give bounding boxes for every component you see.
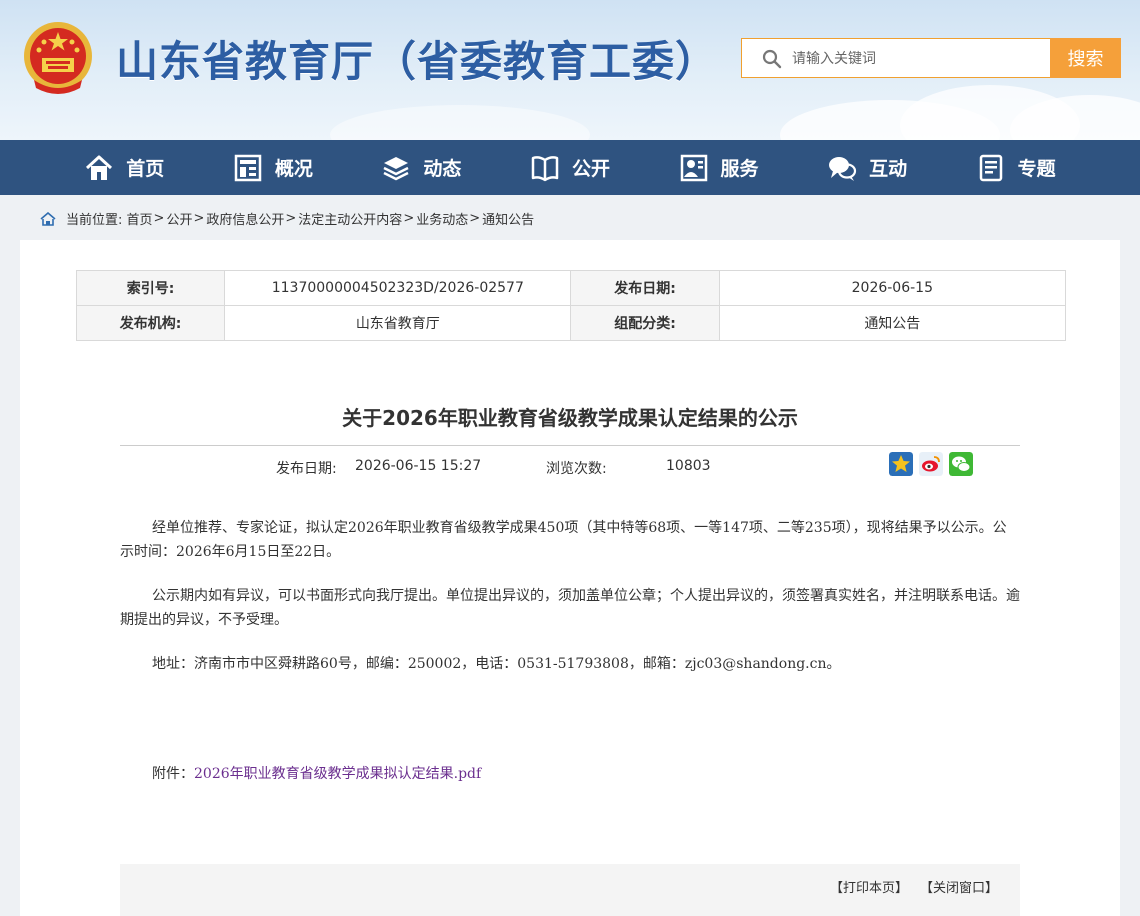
home-small-icon	[40, 211, 56, 226]
close-window-link[interactable]: 【关闭窗口】	[920, 877, 998, 896]
wechat-share-icon[interactable]	[949, 452, 973, 476]
org-value: 山东省教育厅	[224, 305, 572, 341]
index-label: 索引号:	[75, 270, 226, 306]
nav-item-label: 服务	[720, 158, 759, 180]
content-panel: 索引号: 11370000004502323D/2026-02577 发布日期:…	[20, 240, 1120, 916]
breadcrumb-separator: >	[469, 211, 481, 226]
date-value: 2026-06-15	[718, 270, 1067, 306]
nav-item-topic[interactable]: 专题	[976, 153, 1056, 183]
nav-item-overview[interactable]: 概况	[233, 153, 313, 183]
article-paragraph: 地址：济南市市中区舜耕路60号，邮编：250002，电话：0531-517938…	[152, 656, 841, 672]
breadcrumb-item-statutory[interactable]: 法定主动公开内容	[298, 209, 402, 228]
news-stack-icon	[383, 156, 409, 180]
article-paragraph: 公示期内如有异议，可以书面形式向我厅提出。单位提出异议的，须加盖单位公章；个人提…	[120, 588, 1020, 628]
site-title: 山东省教育厅（省委教育工委）	[116, 37, 719, 86]
article-paragraph: 经单位推荐、专家论证，拟认定2026年职业教育省级教学成果450项（其中特等68…	[120, 520, 1007, 560]
service-icon	[680, 154, 707, 181]
breadcrumb-prefix: 当前位置:	[66, 213, 123, 228]
nav-item-home[interactable]: 首页	[84, 153, 164, 183]
nav-item-label: 专题	[1017, 158, 1056, 180]
site-header: 山东省教育厅（省委教育工委） 搜索	[0, 0, 1140, 140]
favorite-share-icon[interactable]	[889, 452, 913, 476]
open-book-icon	[531, 155, 559, 181]
national-emblem-icon	[24, 22, 92, 94]
breadcrumb-item-gov-info[interactable]: 政府信息公开	[206, 209, 284, 228]
breadcrumb-separator: >	[403, 211, 415, 226]
main-nav: 首页 概况 动态 公开 服务 互动 专题	[0, 140, 1140, 195]
attachment-label: 附件：	[152, 766, 194, 782]
home-icon	[86, 155, 113, 180]
nav-item-open[interactable]: 公开	[530, 153, 610, 183]
breadcrumb-separator: >	[153, 211, 165, 226]
breadcrumb-item-notice[interactable]: 通知公告	[482, 209, 534, 228]
attachment-line: 附件：2026年职业教育省级教学成果拟认定结果.pdf	[152, 763, 481, 783]
breadcrumb: 当前位置: 首页 > 公开 > 政府信息公开 > 法定主动公开内容 > 业务动态 > 通知…	[40, 209, 534, 228]
publish-label: 发布日期:	[276, 461, 337, 477]
overview-icon	[234, 154, 262, 181]
nav-item-service[interactable]: 服务	[679, 153, 759, 183]
article-title: 关于2026年职业教育省级教学成果认定结果的公示	[342, 406, 798, 430]
breadcrumb-separator: >	[285, 211, 297, 226]
category-label: 组配分类:	[570, 305, 720, 341]
search-button[interactable]: 搜索	[1050, 38, 1121, 78]
publish-value: 2026-06-15 15:27	[355, 458, 482, 474]
nav-item-label: 首页	[126, 158, 165, 180]
breadcrumb-item-home[interactable]: 首页	[127, 209, 153, 228]
index-value: 11370000004502323D/2026-02577	[224, 270, 572, 306]
article-body: 经单位推荐、专家论证，拟认定2026年职业教育省级教学成果450项（其中特等68…	[120, 516, 1020, 696]
weibo-share-icon[interactable]	[919, 452, 943, 476]
article-footer-bar: 【打印本页】 【关闭窗口】	[120, 864, 1020, 916]
topic-icon	[979, 154, 1002, 181]
print-page-link[interactable]: 【打印本页】	[830, 877, 908, 896]
metadata-table: 索引号: 11370000004502323D/2026-02577 发布日期:…	[75, 270, 1067, 341]
views-label: 浏览次数:	[546, 461, 607, 477]
search-input[interactable]	[792, 47, 1042, 71]
views-value: 10803	[666, 458, 711, 474]
breadcrumb-item-business[interactable]: 业务动态	[416, 209, 468, 228]
breadcrumb-separator: >	[193, 211, 205, 226]
nav-item-label: 互动	[869, 158, 908, 180]
attachment-link[interactable]: 2026年职业教育省级教学成果拟认定结果.pdf	[194, 766, 481, 782]
nav-item-label: 动态	[423, 158, 462, 180]
org-label: 发布机构:	[75, 305, 226, 341]
nav-item-label: 概况	[274, 158, 313, 180]
nav-item-label: 公开	[571, 158, 610, 180]
date-label: 发布日期:	[570, 270, 720, 306]
nav-item-interaction[interactable]: 互动	[827, 153, 907, 183]
breadcrumb-item-open[interactable]: 公开	[166, 209, 192, 228]
chat-icon	[829, 156, 857, 181]
title-divider	[120, 445, 1020, 446]
search-icon	[762, 49, 782, 69]
search-box	[741, 38, 1051, 78]
nav-item-news[interactable]: 动态	[381, 153, 461, 183]
category-value: 通知公告	[718, 305, 1067, 341]
